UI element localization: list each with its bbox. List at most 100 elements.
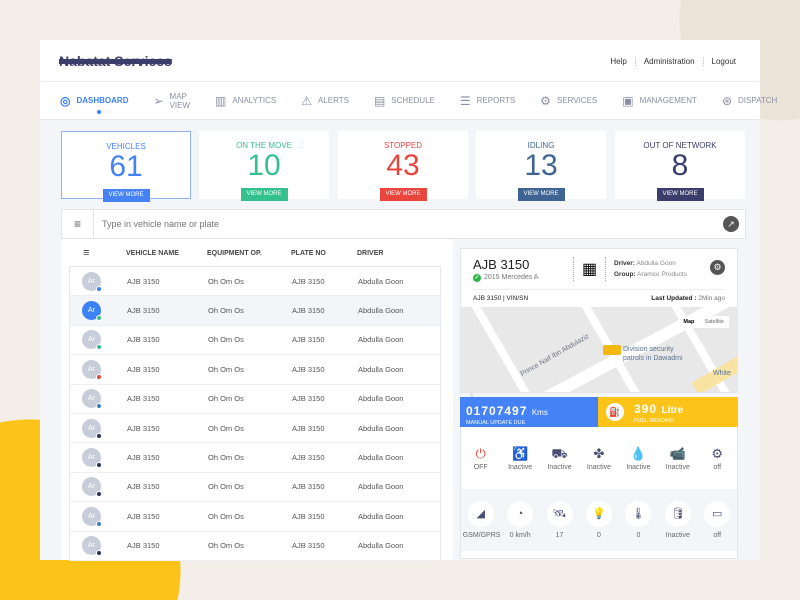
nav-management[interactable]: ▣ MANAGEMENT: [622, 94, 697, 108]
map-poi2-label: White: [713, 370, 731, 377]
fan-icon: ✤: [593, 445, 605, 461]
avatar-initials: Ar: [88, 483, 95, 491]
table-row[interactable]: Ar AJB 3150 Oh Om Os AJB 3150 Abdulla Go…: [70, 385, 440, 414]
compass-icon: ◎: [60, 93, 71, 108]
nav-dashboard[interactable]: ◎ DASHBOARD: [60, 93, 128, 114]
nav-map-view[interactable]: ➢ MAP VIEW: [153, 92, 190, 110]
help-link[interactable]: Help: [602, 57, 634, 66]
administration-link[interactable]: Administration: [634, 57, 703, 66]
table-row[interactable]: Ar AJB 3150 Oh Om Os AJB 3150 Abdulla Go…: [70, 532, 440, 561]
odometer-value: 01707497: [466, 404, 528, 418]
menu-icon[interactable]: ≡: [83, 247, 89, 259]
table-row[interactable]: Ar AJB 3150 Oh Om Os AJB 3150 Abdulla Go…: [70, 443, 440, 473]
report-icon: ☰: [459, 93, 471, 108]
drop-icon: 💧: [630, 445, 647, 461]
truck-icon[interactable]: [603, 345, 621, 355]
map-view[interactable]: Prince Naif Ibn Abdulaziz Division secur…: [461, 307, 737, 392]
view-more-button[interactable]: VIEW MORE: [379, 188, 427, 201]
equipment: Oh Om Os: [208, 394, 244, 404]
stat-value: 43: [386, 149, 420, 182]
car-door-icon: ⛟: [551, 445, 568, 461]
map-poi-label: Division security patrols in Dawadmi: [623, 346, 683, 362]
vehicle-name: AJB 3150: [127, 453, 160, 463]
vehicle-name: AJB 3150: [127, 306, 160, 316]
fuel-pump-icon: ⛽: [606, 403, 624, 421]
vehicle-search-input[interactable]: [94, 219, 723, 229]
vehicle-name: AJB 3150: [127, 364, 160, 374]
driver: Abdulla Goon: [358, 335, 404, 345]
col-vehicle-name[interactable]: VEHICLE NAME: [126, 250, 179, 257]
status-dot: [96, 373, 102, 380]
col-plate[interactable]: PLATE NO: [291, 250, 326, 257]
avatar: Ar: [82, 389, 102, 410]
table-row[interactable]: Ar AJB 3150 Oh Om Os AJB 3150 Abdulla Go…: [70, 326, 440, 356]
nav-analytics[interactable]: ▥ ANALYTICS: [215, 94, 276, 108]
table-row[interactable]: Ar AJB 3150 Oh Om Os AJB 3150 Abdulla Go…: [70, 296, 440, 326]
nav-label: ANALYTICS: [232, 96, 277, 105]
col-driver[interactable]: DRIVER: [357, 250, 383, 257]
speedometer-icon: ◔: [507, 501, 534, 527]
vin: AJB 3150 | VIN/SN: [473, 295, 529, 302]
equipment: Oh Om Os: [208, 335, 244, 345]
status-dot: [96, 285, 102, 292]
filter-icon[interactable]: ≡: [62, 210, 94, 238]
settings-icon[interactable]: ⚙: [710, 260, 725, 275]
sensor-label: Inactive: [665, 463, 690, 471]
sensor-label: 0: [597, 532, 601, 539]
plate-no: AJB 3150: [292, 306, 325, 316]
table-row[interactable]: Ar AJB 3150 Oh Om Os AJB 3150 Abdulla Go…: [70, 473, 440, 503]
avatar: Ar: [82, 418, 102, 439]
odometer-panel: 01707497 Kms MANUAL UPDATE DUE: [460, 397, 598, 427]
stat-card-out-of-network[interactable]: OUT OF NETWORK 8 VIEW MORE: [615, 131, 745, 201]
nav-services[interactable]: ⚙ SERVICES: [540, 94, 597, 108]
avatar: Ar: [82, 448, 102, 469]
table-row[interactable]: Ar AJB 3150 Oh Om Os AJB 3150 Abdulla Go…: [70, 414, 440, 444]
vehicle-name: AJB 3150: [127, 541, 160, 551]
nav-schedule[interactable]: ▤ SCHEDULE: [374, 94, 435, 108]
logout-link[interactable]: Logout: [702, 57, 744, 66]
nav-alerts[interactable]: ⚠ ALERTS: [301, 94, 349, 108]
avatar: Ar: [82, 301, 102, 322]
sensor-item: 🌡 0: [620, 501, 656, 539]
table-row[interactable]: Ar AJB 3150 Oh Om Os AJB 3150 Abdulla Go…: [70, 267, 440, 297]
share-icon[interactable]: ↗: [723, 216, 739, 232]
view-more-button[interactable]: VIEW MORE: [517, 188, 565, 201]
stat-card-on-the-move[interactable]: ON THE MOVE 10 VIEW MORE: [199, 131, 329, 201]
stat-card-vehicles[interactable]: VEHICLES 61 VIEW MORE: [61, 131, 191, 202]
sensor-item: 📹 Inactive: [660, 446, 696, 471]
nav-reports[interactable]: ☰ REPORTS: [460, 94, 515, 108]
stat-card-stopped[interactable]: STOPPED 43 VIEW MORE: [338, 131, 468, 201]
plate-no: AJB 3150: [292, 394, 325, 404]
avatar: Ar: [82, 271, 102, 292]
view-more-button[interactable]: VIEW MORE: [240, 188, 288, 201]
qr-code-icon[interactable]: ▦: [573, 257, 607, 281]
power-icon: ⏻: [475, 445, 486, 461]
avatar-initials: Ar: [88, 336, 95, 344]
nav-dispatch[interactable]: ⊛ DISPATCH: [722, 94, 777, 108]
sensor-item: ◢ GSM/GPRS: [463, 501, 500, 539]
stat-card-idling[interactable]: IDLING 13 VIEW MORE: [476, 131, 606, 201]
avatar-initials: Ar: [88, 542, 95, 550]
vehicle-name: AJB 3150: [127, 276, 160, 286]
driver-label: Driver:: [614, 260, 635, 267]
equipment: Oh Om Os: [208, 511, 244, 521]
vehicle-name: AJB 3150: [127, 335, 160, 345]
equipment: Oh Om Os: [208, 453, 244, 463]
bar-chart-icon: ▥: [214, 93, 227, 108]
sensor-label: off: [713, 532, 722, 539]
col-equipment[interactable]: EQUIPMENT OP.: [207, 250, 262, 257]
satellite-button[interactable]: Satellite: [699, 316, 729, 328]
sensor-label: off: [713, 463, 722, 471]
vehicle-name: AJB 3150: [127, 394, 160, 404]
view-more-button[interactable]: VIEW MORE: [656, 188, 704, 201]
avatar: Ar: [82, 330, 102, 351]
map-street-label: Prince Naif Ibn Abdulaziz: [519, 333, 591, 378]
table-row[interactable]: Ar AJB 3150 Oh Om Os AJB 3150 Abdulla Go…: [70, 355, 440, 385]
driver: Abdulla Goon: [358, 306, 404, 316]
map-button[interactable]: Map: [678, 316, 699, 328]
view-more-button[interactable]: VIEW MORE: [102, 189, 150, 202]
driver: Abdulla Goon: [358, 482, 404, 492]
sensor-label: Inactive: [626, 463, 651, 471]
vehicle-detail-panel: AJB 3150 ✓ 2015 Mercedes A ▦ Driver: Abdu…: [460, 248, 738, 393]
table-row[interactable]: Ar AJB 3150 Oh Om Os AJB 3150 Abdulla Go…: [70, 502, 440, 532]
